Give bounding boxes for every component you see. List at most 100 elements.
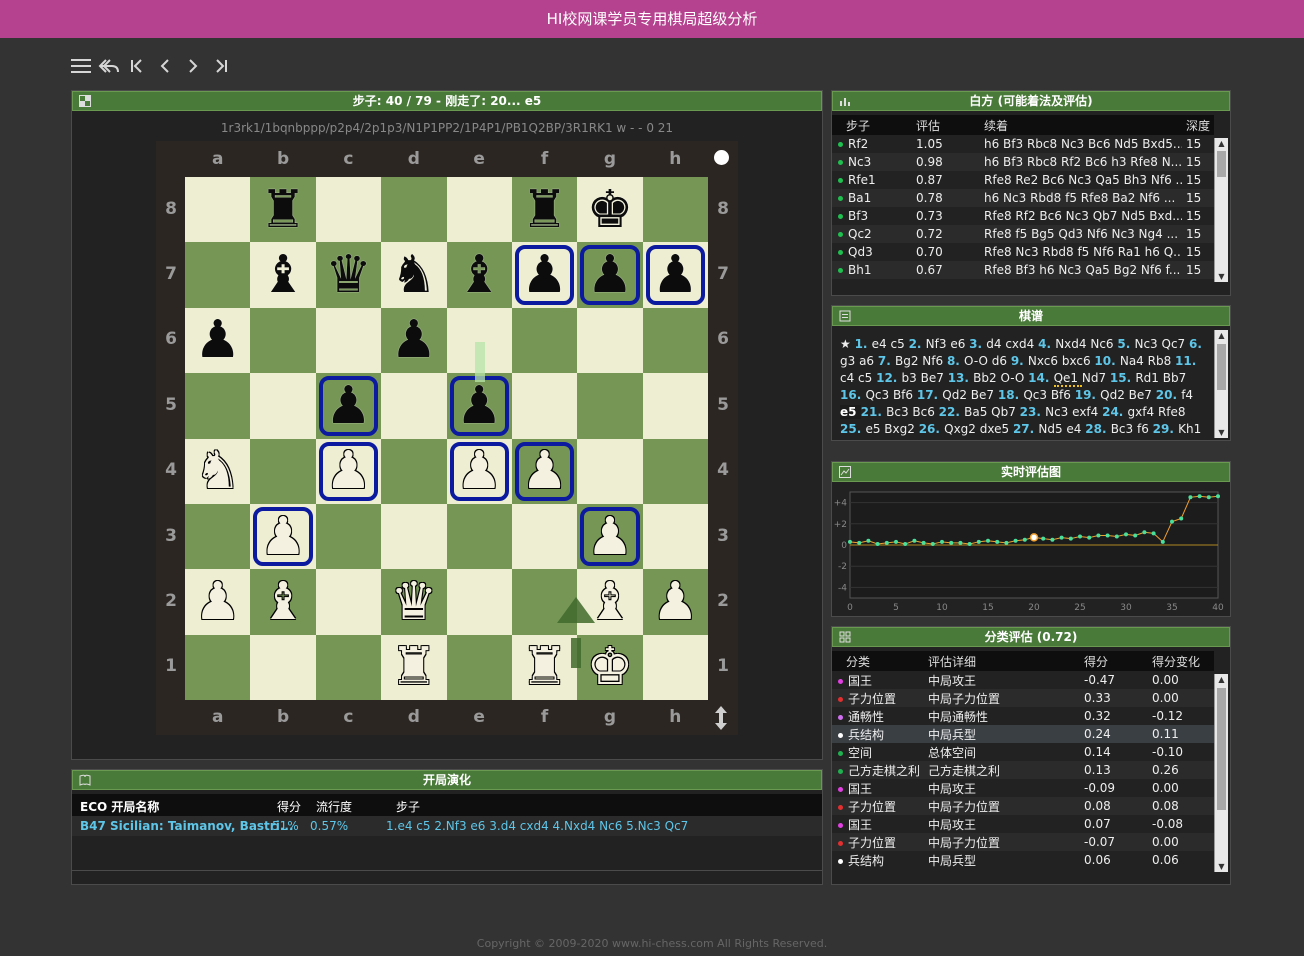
square-g4[interactable]	[577, 438, 643, 504]
eval-point[interactable]	[1206, 495, 1211, 500]
eval-point[interactable]	[1197, 494, 1202, 499]
square-e5[interactable]: ♟	[446, 373, 512, 439]
move-san[interactable]: a6	[859, 354, 878, 368]
scroll-up-icon[interactable]: ▲	[1215, 138, 1228, 149]
move-san[interactable]: b3	[902, 371, 921, 385]
square-h3[interactable]	[642, 503, 708, 570]
square-f8[interactable]: ♜	[511, 177, 578, 243]
black-pawn-icon[interactable]: ♟	[521, 249, 568, 301]
square-a7[interactable]	[185, 242, 251, 308]
move-san[interactable]: f6	[1137, 422, 1153, 436]
black-pawn-icon[interactable]: ♟	[391, 314, 438, 366]
first-move-icon[interactable]	[126, 54, 148, 78]
move-san[interactable]: Rfe8	[1158, 405, 1186, 419]
black-bishop-icon[interactable]: ♝	[260, 249, 307, 301]
move-san[interactable]: dxe5	[980, 422, 1013, 436]
eval-point[interactable]	[1170, 519, 1174, 524]
move-san[interactable]: Bxg2	[884, 422, 918, 436]
square-f1[interactable]: ♜	[511, 634, 578, 700]
eval-point[interactable]	[930, 541, 935, 546]
move-san[interactable]: Bc3	[886, 405, 912, 419]
square-a6[interactable]: ♟	[185, 307, 251, 374]
eval-point[interactable]	[903, 541, 908, 546]
eval-point[interactable]	[1114, 534, 1119, 539]
square-h2[interactable]: ♟	[642, 569, 708, 635]
next-move-icon[interactable]	[182, 54, 204, 78]
eval-point[interactable]	[1105, 533, 1110, 538]
move-san[interactable]: e5	[865, 422, 884, 436]
move-san[interactable]: gxf4	[1128, 405, 1158, 419]
square-h7[interactable]: ♟	[642, 242, 708, 308]
move-san[interactable]: Qd2	[1100, 388, 1129, 402]
move-san[interactable]: Nc6	[1090, 337, 1117, 351]
eval-point[interactable]	[857, 540, 862, 545]
principal-variation[interactable]: h6 Nc3 Rbd8 f5 Rfe8 Ba2 Nf6 ...	[980, 189, 1182, 207]
square-c1[interactable]	[315, 634, 382, 700]
move-san[interactable]: e4	[1066, 422, 1085, 436]
square-f6[interactable]	[511, 307, 578, 374]
eval-point[interactable]	[1022, 537, 1027, 542]
square-e3[interactable]	[446, 503, 512, 570]
white-bishop-icon[interactable]: ♝	[260, 576, 307, 628]
move-san[interactable]: e5	[840, 405, 861, 419]
category-row[interactable]: 空间 总体空间 0.14 -0.10	[832, 743, 1214, 761]
eval-point[interactable]	[949, 540, 954, 545]
move-san[interactable]: d6	[992, 354, 1011, 368]
category-row[interactable]: 子力位置 中局子力位置 0.08 0.08	[832, 797, 1214, 815]
move-san[interactable]: c5	[858, 371, 876, 385]
black-pawn-icon[interactable]: ♟	[325, 380, 372, 432]
principal-variation[interactable]: Rfe8 f5 Bg5 Qd3 Nf6 Nc3 Ng4 ...	[980, 225, 1182, 243]
eval-point[interactable]	[1179, 516, 1184, 521]
square-c6[interactable]	[315, 307, 382, 374]
white-queen-icon[interactable]: ♛	[391, 576, 438, 628]
square-f5[interactable]	[511, 373, 578, 439]
eval-point[interactable]	[1142, 530, 1147, 535]
move-san[interactable]: Nd5	[1038, 422, 1066, 436]
move-list[interactable]: ★ 1. e4 c5 2. Nf3 e6 3. d4 cxd4 4. Nxd4 …	[840, 336, 1206, 439]
scroll-down-icon[interactable]: ▼	[1215, 861, 1228, 872]
square-b8[interactable]: ♜	[250, 177, 316, 243]
move-san[interactable]: Qc7	[1162, 337, 1190, 351]
eval-point[interactable]	[912, 538, 917, 543]
square-b4[interactable]	[250, 438, 316, 504]
eval-point[interactable]	[976, 539, 981, 544]
principal-variation[interactable]: Rfe8 Bf3 h6 Nc3 Qa5 Bg2 Nf6 f...	[980, 261, 1182, 279]
black-bishop-icon[interactable]: ♝	[456, 249, 503, 301]
move-san[interactable]: Qc3	[1023, 388, 1051, 402]
engine-line-row[interactable]: Qc2 0.72 Rfe8 f5 Bg5 Qd3 Nf6 Nc3 Ng4 ... 15	[832, 225, 1214, 243]
move-san[interactable]: Bb2	[973, 371, 1000, 385]
square-f3[interactable]	[511, 503, 578, 570]
scroll-up-icon[interactable]: ▲	[1215, 674, 1228, 685]
move-san[interactable]: Be7	[1129, 388, 1156, 402]
menu-icon[interactable]	[70, 54, 92, 78]
engine-line-row[interactable]: Ba1 0.78 h6 Nc3 Rbd8 f5 Rfe8 Ba2 Nf6 ... 15	[832, 189, 1214, 207]
eval-point[interactable]	[967, 541, 972, 546]
current-move-marker[interactable]	[1029, 533, 1039, 542]
category-row[interactable]: 己方走棋之利 己方走棋之利 0.13 0.26	[832, 761, 1214, 779]
square-a4[interactable]: ♞	[185, 438, 251, 504]
move-san[interactable]: Qd2	[942, 388, 971, 402]
fen-string[interactable]: 1r3rk1/1bqnbppp/p2p4/2p1p3/N1P1PP2/1P4P1…	[72, 121, 822, 135]
eval-point[interactable]	[1068, 536, 1073, 541]
move-san[interactable]: exf4	[1072, 405, 1102, 419]
eval-point[interactable]	[1004, 540, 1009, 545]
move-san[interactable]: c4	[840, 371, 858, 385]
eval-point[interactable]	[1078, 534, 1082, 539]
move-san[interactable]: Rb8	[1148, 354, 1175, 368]
move-san[interactable]: Na4	[1120, 354, 1148, 368]
square-g2[interactable]: ♝	[577, 569, 643, 635]
square-g3[interactable]: ♟	[577, 503, 643, 570]
category-row[interactable]: 子力位置 中局子力位置 0.33 0.00	[832, 689, 1214, 707]
square-a3[interactable]	[185, 503, 251, 570]
principal-variation[interactable]: h6 Bf3 Rbc8 Nc3 Bc6 Nd5 Bxd5...	[980, 135, 1182, 153]
white-pawn-icon[interactable]: ♟	[587, 511, 634, 563]
move-san[interactable]: c5	[891, 337, 909, 351]
category-row[interactable]: 子力位置 中局子力位置 -0.07 0.00	[832, 833, 1214, 851]
black-pawn-icon[interactable]: ♟	[456, 380, 503, 432]
black-pawn-icon[interactable]: ♟	[194, 314, 241, 366]
category-scrollbar[interactable]: ▲ ▼	[1214, 674, 1228, 872]
eval-point[interactable]	[884, 540, 889, 545]
move-san[interactable]: Nc3	[1134, 337, 1161, 351]
move-san[interactable]: Nf6	[922, 354, 947, 368]
move-san[interactable]: Be7	[971, 388, 998, 402]
